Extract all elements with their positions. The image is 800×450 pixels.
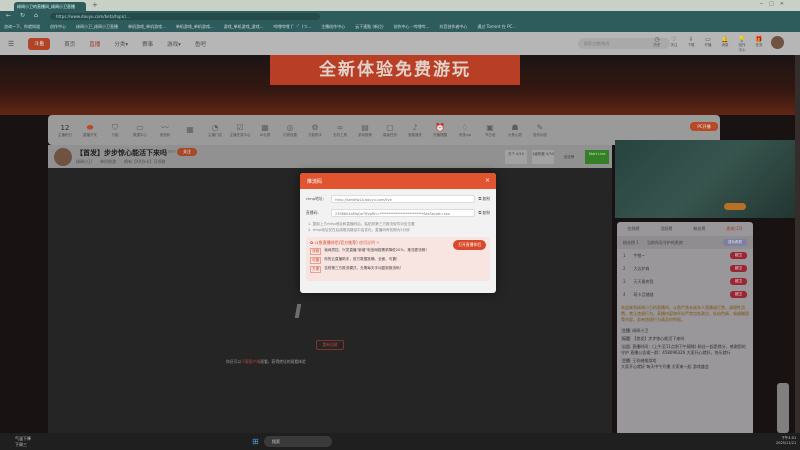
modal-tips: 1. 复制上方rtmp地址和直播码后，粘贴到第三方推流软件对应位置 2. rtmp… xyxy=(300,217,496,233)
promo-line: 可靠 你的云直播助手，官方数据准确、全面、可靠！ xyxy=(310,257,486,264)
bookmarks-bar: 咨询一下、你就知道 创作中心 绯闻小卫_绯闻小卫直播 单机游戏_单机游戏... … xyxy=(0,21,800,32)
new-tab-button[interactable]: + xyxy=(92,1,98,9)
clock-time: 下午4:01 xyxy=(781,436,797,440)
window-controls[interactable]: ─□✕ xyxy=(760,1,790,7)
bookmark[interactable]: 创作中心 - 哔哩哔... xyxy=(394,24,430,29)
copy-label: 复制 xyxy=(482,196,490,201)
modal-header: 推流码 × xyxy=(300,173,496,189)
promo-tag: 可靠 xyxy=(310,257,322,264)
weather-text: 气温下降 xyxy=(15,436,31,441)
key-row: 直播码: 2306804aMqQe7fJVpRh=****************… xyxy=(300,209,496,217)
stream-key-field[interactable]: 2306804aMqQe7fJVpRh=********************… xyxy=(331,209,476,217)
url-input[interactable]: https://www.douyu.com/beta/topic/... xyxy=(50,12,320,20)
open-companion-button[interactable]: 打开直播伴侣 xyxy=(453,240,486,250)
promo-tag: 流畅 xyxy=(310,248,322,255)
key-label: 直播码: xyxy=(306,210,319,215)
promo-text: 告别第三方推流模式，无需每天手动复制推流码！ xyxy=(324,266,404,270)
bookmark[interactable]: 哔哩哔哩 (゜-゜)つ... xyxy=(273,24,311,29)
bookmark[interactable]: 游戏_单机游戏_游戏... xyxy=(224,24,264,29)
weather-subtext: 下周三 xyxy=(15,442,27,447)
copy-icon: ⧉ xyxy=(478,196,482,201)
home-icon[interactable]: ⌂ xyxy=(34,12,38,19)
clock[interactable]: 下午4:01 2025/11/21 xyxy=(776,436,796,445)
promo-text: 帧间质控、兴发直播"新增"电信网络需求降低20%，推流更流畅！ xyxy=(324,248,429,252)
stream-key-modal: 推流码 × rtmp地址: rtmp://sendfw1a.douyu.com/li… xyxy=(300,173,496,293)
promo-line: 方便 告别第三方推流模式，无需每天手动复制推流码！ xyxy=(310,266,486,273)
copy-icon: ⧉ xyxy=(478,210,482,215)
taskbar-search[interactable]: 搜索 xyxy=(264,436,332,447)
modal-title: 推流码 xyxy=(307,179,323,185)
bookmark[interactable]: 咨询一下、你就知道 xyxy=(4,24,40,29)
browser-tab-bar: 绯闻小卫的直播间_绯闻小卫直播 + ─□✕ xyxy=(0,0,800,11)
tip: 2. rtmp地址仅在后续推流路径中会变化，直播码有效期为5分钟 xyxy=(308,228,410,232)
promo-text: 你的云直播助手，官方数据准确、全面、可靠！ xyxy=(324,257,400,261)
companion-promo: ✿ 斗鱼直播伴侣(官方推荐) 使用说明 > 打开直播伴侣 流畅 帧间质控、兴发直播… xyxy=(306,237,490,281)
promo-title: 斗鱼直播伴侣(官方推荐) xyxy=(314,240,358,245)
bookmark[interactable]: 单机游戏_单机游戏... xyxy=(176,24,214,29)
promo-tag: 方便 xyxy=(310,266,322,273)
bookmark[interactable]: 抖音创作者中心 xyxy=(439,24,467,29)
bookmark[interactable]: 通过 Torrent 在 PC... xyxy=(477,24,516,29)
browser-tab[interactable]: 绯闻小卫的直播间_绯闻小卫直播 xyxy=(14,2,86,11)
copy-rtmp-button[interactable]: ⧉ 复制 xyxy=(478,196,490,202)
bookmark[interactable]: 主播创作中心 xyxy=(321,24,345,29)
bookmark[interactable]: 绯闻小卫_绯闻小卫直播 xyxy=(76,24,118,29)
reload-icon[interactable]: ↻ xyxy=(20,12,25,19)
close-icon[interactable]: × xyxy=(485,177,490,184)
bookmark[interactable]: 云下速贴 (新位) xyxy=(355,24,383,29)
taskbar: 气温下降 下周三 ⊞ 搜索 下午4:01 2025/11/21 xyxy=(0,433,800,450)
rtmp-row: rtmp地址: rtmp://sendfw1a.douyu.com/live ⧉ 复… xyxy=(300,195,496,203)
bookmark[interactable]: 创作中心 xyxy=(50,24,66,29)
bookmark[interactable]: 单机游戏_单机游戏... xyxy=(128,24,166,29)
weather-widget[interactable]: 气温下降 下周三 xyxy=(15,436,31,448)
rtmp-url-field[interactable]: rtmp://sendfw1a.douyu.com/live xyxy=(331,195,476,203)
usage-link[interactable]: 使用说明 > xyxy=(359,240,380,245)
rtmp-label: rtmp地址: xyxy=(306,196,325,201)
start-icon[interactable]: ⊞ xyxy=(252,437,259,446)
clock-date: 2025/11/21 xyxy=(776,441,797,445)
back-icon[interactable]: ← xyxy=(6,12,11,19)
copy-label: 复制 xyxy=(482,210,490,215)
copy-key-button[interactable]: ⧉ 复制 xyxy=(478,210,490,216)
